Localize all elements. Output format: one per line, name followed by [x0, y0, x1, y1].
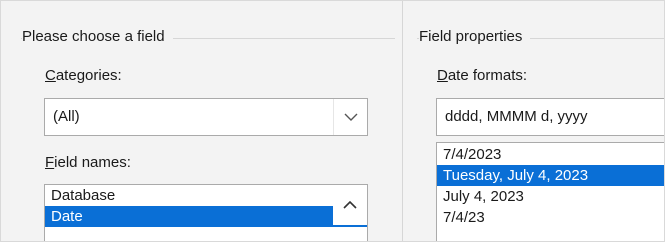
- list-item[interactable]: 7/4/23: [437, 207, 664, 228]
- categories-label-accel: C: [45, 67, 56, 84]
- list-item[interactable]: Date: [45, 206, 367, 227]
- field-names-label-rest: ield names:: [54, 154, 131, 171]
- group-separator: [402, 1, 403, 241]
- list-item[interactable]: Tuesday, July 4, 2023: [437, 165, 664, 186]
- categories-label: Categories:: [45, 67, 122, 85]
- field-dialog: Please choose a field Categories: (All) …: [0, 0, 665, 242]
- right-group-title: Field properties: [419, 28, 531, 46]
- categories-value: (All): [53, 108, 80, 125]
- field-names-listbox[interactable]: Database Date: [44, 184, 368, 241]
- date-formats-label: Date formats:: [437, 67, 527, 85]
- date-formats-label-accel: D: [437, 67, 448, 84]
- date-formats-label-rest: ate formats:: [447, 67, 528, 84]
- left-group-title: Please choose a field: [22, 28, 173, 46]
- list-item[interactable]: July 4, 2023: [437, 186, 664, 207]
- list-item[interactable]: Database: [45, 185, 367, 206]
- field-names-label: Field names:: [45, 154, 131, 172]
- date-format-value: dddd, MMMM d, yyyy: [445, 108, 588, 125]
- categories-label-rest: ategories:: [55, 67, 122, 84]
- field-names-label-accel: F: [45, 154, 55, 171]
- chevron-down-icon[interactable]: [333, 99, 367, 135]
- date-format-input[interactable]: dddd, MMMM d, yyyy: [436, 98, 664, 136]
- list-item[interactable]: 7/4/2023: [437, 144, 664, 165]
- categories-combobox[interactable]: (All): [44, 98, 368, 136]
- date-formats-listbox[interactable]: 7/4/2023 Tuesday, July 4, 2023 July 4, 2…: [436, 142, 664, 241]
- chevron-up-icon[interactable]: [333, 185, 367, 225]
